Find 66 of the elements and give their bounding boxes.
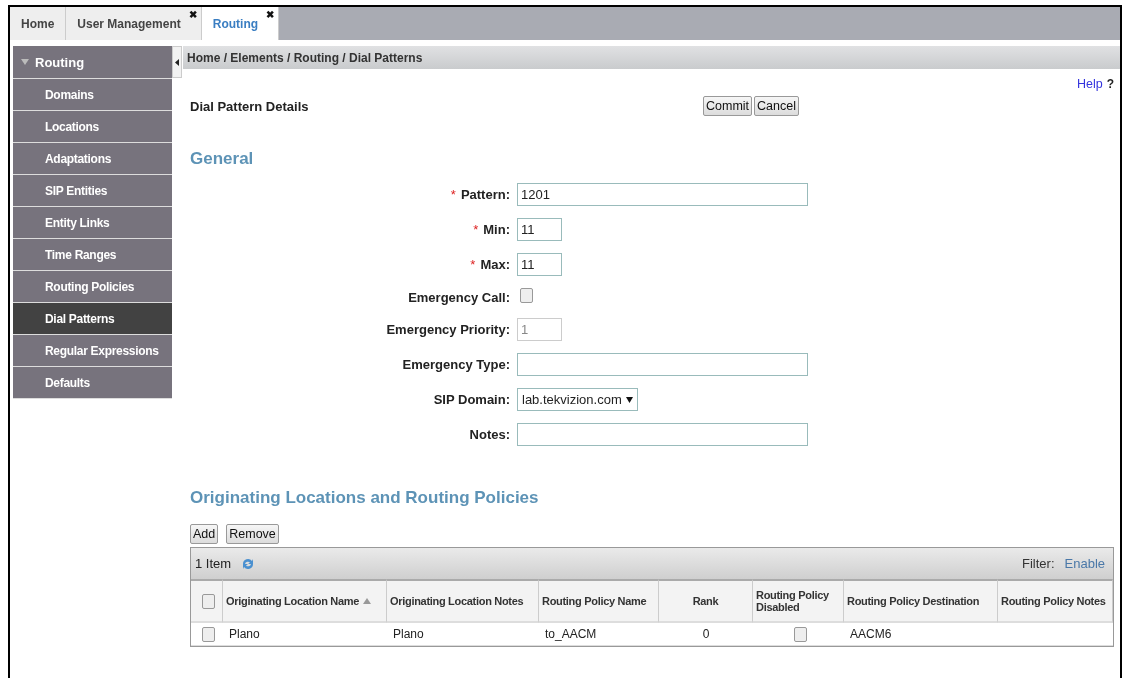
sidebar-item[interactable]: Entity Links	[13, 207, 172, 239]
input-field[interactable]: 1201	[517, 183, 808, 206]
sidebar-item[interactable]: Locations	[13, 111, 172, 143]
help-link[interactable]: Help	[1076, 77, 1103, 93]
table-button[interactable]: Remove	[226, 524, 279, 544]
section-heading: Originating Locations and Routing Policies	[189, 488, 540, 508]
item-count: 1 Item	[195, 556, 232, 571]
breadcrumb: Home / Elements / Routing / Dial Patterns	[183, 46, 1120, 69]
dropdown[interactable]: lab.tekvizion.com	[517, 388, 638, 411]
section-heading: General	[189, 149, 255, 169]
field-label: Pattern:	[460, 187, 510, 202]
required-marker: *	[450, 187, 456, 202]
sidebar-item[interactable]: Defaults	[13, 367, 172, 399]
sidebar-item[interactable]: Adaptations	[13, 143, 172, 175]
field-label: Emergency Call:	[408, 289, 510, 305]
collapse-handle[interactable]	[172, 46, 182, 78]
table-cell: 0	[659, 623, 753, 646]
tab[interactable]: Routing ✖	[201, 7, 280, 40]
checkbox[interactable]	[520, 288, 533, 303]
field-label: SIP Domain:	[433, 392, 510, 407]
field-label: Emergency Priority:	[386, 322, 510, 337]
sidebar-item[interactable]: Routing Policies	[13, 271, 172, 303]
row-checkbox[interactable]	[202, 626, 215, 642]
help-mark: ?	[1106, 77, 1114, 93]
input-field[interactable]: 11	[517, 253, 562, 276]
column-header[interactable]: Routing Policy Disabled	[753, 579, 844, 623]
section-title: Dial Pattern Details	[190, 98, 310, 114]
required-marker: *	[470, 257, 476, 272]
sidebar-item[interactable]: Time Ranges	[13, 239, 172, 271]
sidebar-item[interactable]: Dial Patterns	[13, 303, 172, 335]
sidebar-header[interactable]: Routing	[13, 46, 172, 79]
filter-label: Filter:	[1022, 556, 1055, 571]
table-cell: Plano	[223, 623, 387, 646]
tab[interactable]: Home	[10, 7, 67, 40]
select-all-checkbox[interactable]	[201, 593, 215, 609]
field-label: Notes:	[469, 427, 510, 442]
tab[interactable]: User Management ✖	[66, 7, 202, 40]
column-header[interactable]: Routing Policy Destination	[844, 579, 998, 623]
refresh-icon[interactable]	[241, 556, 256, 571]
close-icon[interactable]: ✖	[188, 9, 197, 20]
column-header[interactable]: Originating Location Notes	[387, 579, 539, 623]
input-field[interactable]	[517, 423, 808, 446]
column-header[interactable]: Routing Policy Name	[539, 579, 659, 623]
sidebar-item[interactable]: SIP Entities	[13, 175, 172, 207]
input-field[interactable]	[517, 353, 808, 376]
form-button[interactable]: Commit	[703, 96, 753, 116]
field-label: Emergency Type:	[402, 357, 510, 372]
caret-icon	[625, 396, 633, 403]
close-icon[interactable]: ✖	[266, 9, 275, 20]
table-cell: Plano	[387, 623, 539, 646]
sidebar-item[interactable]: Regular Expressions	[13, 335, 172, 367]
field-label: Max:	[480, 257, 510, 272]
column-header[interactable]: Originating Location Name	[223, 579, 387, 623]
table-button[interactable]: Add	[190, 524, 219, 544]
table-cell: to_AACM	[539, 623, 659, 646]
caret-icon	[175, 58, 179, 66]
column-header[interactable]: Routing Policy Notes	[998, 579, 1113, 623]
required-marker: *	[473, 222, 479, 237]
form-button[interactable]: Cancel	[754, 96, 799, 116]
column-header[interactable]: Rank	[659, 579, 753, 623]
field-label: Min:	[483, 222, 510, 237]
table-cell: AACM6	[844, 623, 998, 646]
checkbox[interactable]	[793, 626, 807, 642]
sidebar-title: Routing	[35, 54, 85, 70]
input-field[interactable]: 11	[517, 218, 562, 241]
sidebar-item[interactable]: Domains	[13, 79, 172, 111]
